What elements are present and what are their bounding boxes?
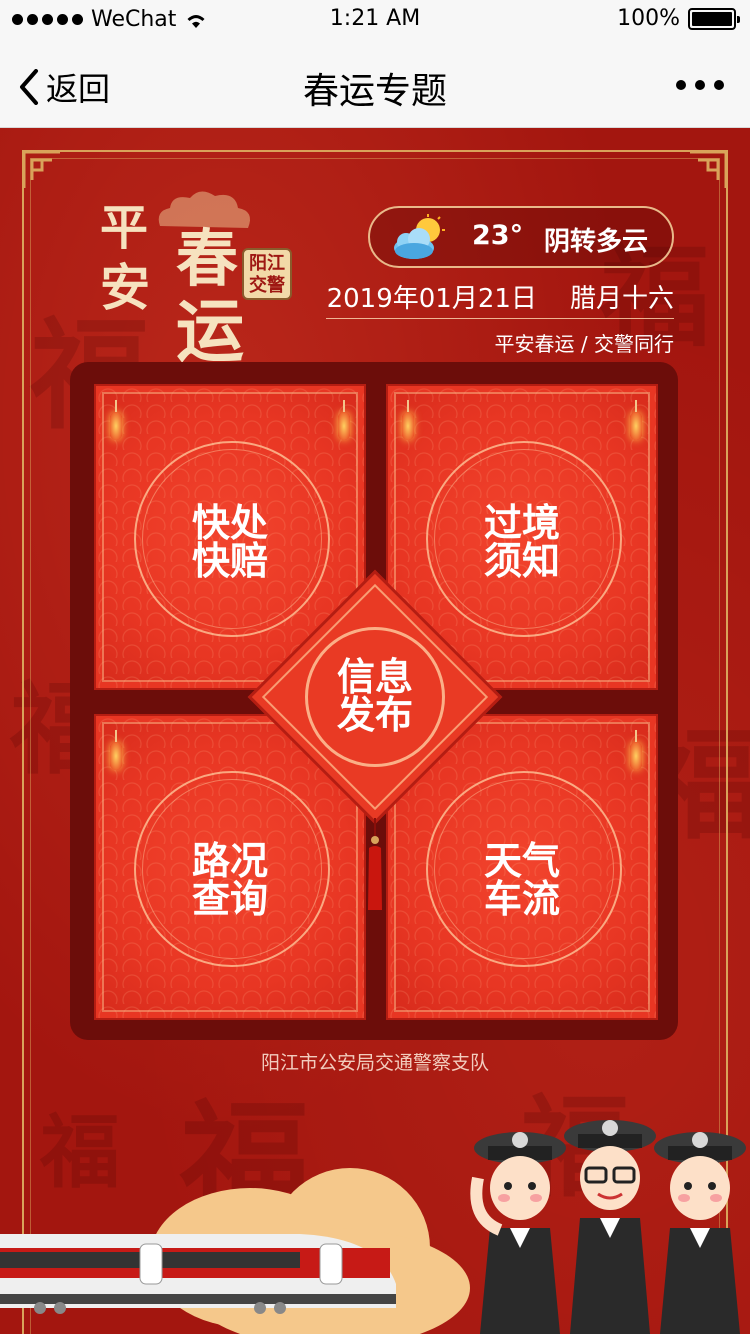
gregorian-date: 2019年01月21日 [326, 284, 537, 314]
slogan: 平安春运 / 交警同行 [494, 332, 674, 356]
battery-icon [688, 7, 740, 30]
spring-festival-poster: 福 福 福 福 福 福 福 平 安 春 运 阳江 交警 23° 阴转多云 2 [0, 128, 750, 1334]
tassel-icon [368, 818, 382, 910]
lantern-icon [338, 400, 350, 440]
battery-info: 100% [617, 6, 740, 31]
cloudy-sun-icon [394, 214, 445, 259]
divider [326, 318, 674, 319]
logo-char: 运 [176, 292, 245, 372]
badge-line: 交警 [249, 275, 285, 296]
issuer-footer: 阳江市公安局交通警察支队 [260, 1052, 489, 1074]
card-label: 快处 快赔 [191, 501, 268, 583]
status-bar: WeChat 1:21 AM 100% [0, 0, 750, 40]
nav-bar: 返回 春运专题 [0, 40, 750, 128]
lantern-icon [630, 730, 642, 770]
more-dot-icon [695, 80, 705, 90]
date-line: 2019年01月21日 腊月十六 [326, 278, 674, 315]
more-dot-icon [676, 80, 686, 90]
weather-temperature: 23° [472, 220, 524, 251]
lantern-icon [402, 400, 414, 440]
yangjiang-traffic-police-badge: 阳江 交警 [242, 248, 292, 300]
corner-ornament-icon [690, 150, 728, 188]
more-button[interactable] [676, 80, 724, 90]
lantern-icon [630, 400, 642, 440]
card-label: 路况 查询 [191, 839, 268, 921]
diamond-label: 信息 发布 [336, 655, 413, 737]
battery-percent: 100% [617, 6, 680, 31]
logo-char: 安 [100, 258, 150, 317]
page-title: 春运专题 [302, 71, 447, 112]
high-speed-train-icon [0, 1234, 396, 1314]
lantern-icon [110, 730, 122, 770]
card-label: 天气 车流 [483, 839, 560, 921]
traffic-police-officers-illustration [470, 1120, 746, 1334]
lantern-icon [110, 400, 122, 440]
badge-line: 阳江 [249, 253, 285, 274]
corner-ornament-icon [22, 150, 60, 188]
more-dot-icon [714, 80, 724, 90]
weather-pill: 23° 阴转多云 [368, 206, 674, 268]
info-release-diamond[interactable]: 信息 发布 [247, 569, 503, 825]
ping-an-chun-yun-logo: 平 安 春 运 阳江 交警 [92, 178, 302, 372]
lunar-date: 腊月十六 [569, 284, 674, 314]
weather-description: 阴转多云 [544, 227, 649, 257]
card-label: 过境 须知 [483, 501, 560, 583]
